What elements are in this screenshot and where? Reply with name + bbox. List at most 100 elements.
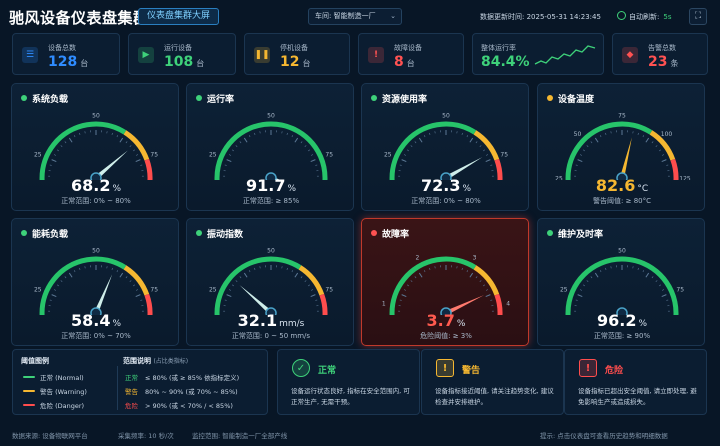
fullscreen-button[interactable]: ⛶ — [689, 8, 707, 25]
bell-icon: ◆ — [622, 47, 638, 63]
gauge-card[interactable]: 维护及时率025507510096.2%正常范围: ≥ 90% — [537, 218, 705, 346]
gauge-card[interactable]: 运行率025507510091.7%正常范围: ≥ 85% — [186, 83, 354, 211]
gauge-card[interactable]: 故障率0123453.7%危险阈值: ≥ 3% — [361, 218, 529, 346]
server-icon: ☰ — [22, 47, 38, 63]
gauge-tick — [248, 135, 251, 138]
range-row-normal: 正常 ≤ 80% (或 ≥ 85% 依指标定义) — [125, 374, 240, 382]
gauge-tick-label: 25 — [560, 286, 568, 293]
gauge-tick — [666, 299, 669, 301]
gauge-arc-segment — [214, 256, 302, 315]
sparkline-icon — [534, 45, 596, 65]
status-desc: 设备指标已超出安全阈值, 请立即处理, 避免影响生产或造成损失。 — [578, 387, 697, 406]
gauge-card[interactable]: 资源使用率025507510072.3%正常范围: 0% ~ 80% — [361, 83, 529, 211]
legend-divider — [117, 366, 118, 410]
danger-triangle-icon: ! — [579, 359, 597, 377]
gauge-tick — [461, 267, 463, 270]
legend-title: 阈值图例 — [21, 357, 49, 365]
gauge-tick-label: 50 — [442, 113, 450, 120]
gauge-tick — [406, 149, 409, 152]
view-badge[interactable]: 仪表盘集群大屏 — [138, 8, 220, 25]
gauge-dial: 0255075100125150 — [555, 113, 691, 180]
gauge-tick-label: 50 — [267, 113, 275, 120]
stat-value: 23 条 — [648, 54, 679, 70]
gauge-tick — [300, 141, 303, 144]
gauge-arc-segment — [123, 130, 150, 161]
gauge-tick — [637, 132, 639, 135]
footer: 数据来源: 设备物联网平台 采集频率: 10 秒/次 监控范围: 智能制造一厂全… — [0, 425, 720, 446]
gauge-range: 正常范围: 0% ~ 80% — [61, 197, 131, 205]
gauge-tick — [315, 299, 318, 301]
gauge-tick — [423, 135, 426, 138]
play-icon: ▶ — [138, 47, 154, 63]
footer-frequency: 采集频率: 10 秒/次 — [118, 432, 174, 440]
gauge-tick — [399, 164, 402, 166]
gauge-tick — [235, 280, 238, 282]
gauge-tick — [286, 132, 288, 135]
gauge-arc-segment — [473, 265, 500, 296]
status-card: ! 警告 设备指标接近阈值, 请关注趋势变化, 建议检查并安排维护。 — [421, 349, 564, 415]
gauge-value: 32.1 mm/s — [237, 311, 305, 330]
gauge-tick — [135, 154, 139, 156]
gauge-tick-label: 25 — [209, 286, 217, 293]
gauge-tick — [485, 289, 489, 291]
gauge-range: 正常范围: ≥ 90% — [593, 332, 651, 340]
legend-panel: 阈值图例 范围说明 (占比类指标) 正常 (Normal) 警告 (Warnin… — [12, 349, 268, 415]
gauge-tick — [64, 276, 67, 279]
gauge-tick — [410, 280, 413, 282]
auto-refresh-toggle[interactable]: 自动刷新: 5s — [617, 10, 671, 24]
gauge-tick-label: 100 — [661, 131, 673, 138]
gauge-value: 91.7% — [245, 176, 297, 195]
gauge-dial: 0255075100 — [560, 248, 684, 315]
gauge-tick — [575, 164, 578, 166]
gauge-dial: 0255075100 — [34, 248, 158, 315]
gauge-tick — [111, 132, 113, 135]
stat-card: ! 故障设备 8 台 — [358, 33, 464, 75]
gauge-card[interactable]: 设备温度025507510012515082.6°C警告阈值: ≥ 80°C — [537, 83, 705, 211]
gauge-tick — [469, 137, 474, 143]
gauge-tick — [304, 280, 307, 282]
gauge-value: 82.6 °C — [595, 176, 649, 195]
gauge-card[interactable]: 振动指数025507510032.1mm/s正常范围: 0 ~ 50 mm/s — [186, 218, 354, 346]
gauge-tick — [51, 159, 57, 163]
gauge-tick — [60, 145, 63, 147]
gauge-card[interactable]: 系统负载025507510068.2%正常范围: 0% ~ 80% — [11, 83, 179, 211]
gauge-tick — [224, 164, 227, 166]
gauge-card[interactable]: 能耗负载025507510058.4%正常范围: 0% ~ 70% — [11, 218, 179, 346]
gauge-tick — [594, 137, 599, 143]
gauge-tick — [315, 164, 318, 166]
gauge-arc-segment — [39, 256, 127, 315]
gauge-tick — [599, 135, 602, 138]
gauge-range: 警告阈值: ≥ 80°C — [593, 197, 651, 205]
gauge-arc-segment — [298, 265, 325, 296]
gauge-tick — [461, 132, 463, 135]
status-title: 危险 — [605, 366, 624, 376]
gauge-tick — [239, 276, 242, 279]
gauge-tick — [579, 289, 583, 291]
gauge-tick — [418, 272, 423, 278]
gauge-tick — [308, 149, 311, 152]
gauge-tick — [129, 280, 132, 282]
gauge-range: 正常范围: 0% ~ 70% — [61, 332, 131, 340]
gauge-tick — [119, 272, 124, 278]
stat-label: 故障设备 — [394, 44, 422, 52]
gauge-tick — [406, 284, 409, 287]
refresh-icon — [617, 11, 626, 20]
workshop-select[interactable]: 车间: 智能制造一厂 ⌄ — [308, 8, 402, 25]
gauge-tick — [133, 149, 136, 152]
range-row-danger: 危险 > 90% (或 < 70% / < 85%) — [125, 402, 233, 410]
stat-card: 整体运行率 84.4% — [472, 33, 604, 75]
stat-card: ▶ 运行设备 108 台 — [128, 33, 236, 75]
gauge-tick-label: 75 — [150, 151, 158, 158]
gauge-dial: 0255075100 — [34, 113, 158, 180]
gauge-tick — [590, 276, 593, 279]
range-note: (占比类指标) — [153, 358, 189, 365]
gauge-tick — [403, 289, 407, 291]
gauge-range: 正常范围: 0 ~ 50 mm/s — [231, 332, 311, 340]
gauge-tick — [231, 149, 234, 152]
gauge-tick-label: 50 — [574, 131, 582, 138]
gauge-tick — [399, 299, 402, 301]
gauge-range: 危险阈值: ≥ 3% — [420, 332, 472, 340]
gauge-value: 58.4% — [70, 311, 122, 330]
stat-value: 108 台 — [164, 54, 205, 70]
gauge-tick — [466, 135, 469, 138]
